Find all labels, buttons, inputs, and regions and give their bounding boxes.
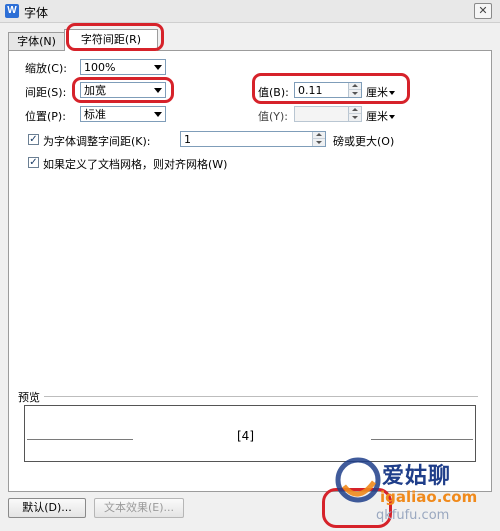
kerning-checkbox[interactable]: ✓ bbox=[28, 134, 39, 145]
default-button[interactable]: 默认(D)... bbox=[8, 498, 86, 518]
scale-label: 缩放(C): bbox=[25, 62, 67, 75]
position-label: 位置(P): bbox=[25, 110, 66, 123]
kerning-suffix: 磅或更大(O) bbox=[333, 135, 395, 148]
watermark: 爱姑聊 igaliao.com qkfufu.com bbox=[330, 446, 500, 528]
position-unit: 厘米 bbox=[366, 110, 388, 123]
window-title: 字体 bbox=[24, 6, 49, 20]
kerning-value: 1 bbox=[184, 133, 191, 146]
position-amount-spinner[interactable] bbox=[348, 107, 361, 121]
snap-grid-checkbox[interactable]: ✓ bbox=[28, 157, 39, 168]
spin-down-icon[interactable] bbox=[348, 90, 361, 97]
spacing-label: 间距(S): bbox=[25, 86, 67, 99]
title-bar: W 字体 ✕ bbox=[0, 0, 500, 23]
tab-character-spacing[interactable]: 字符间距(R) bbox=[64, 29, 158, 51]
spacing-select[interactable]: 加宽 bbox=[80, 82, 166, 98]
tab-font[interactable]: 字体(N) bbox=[8, 32, 65, 51]
close-icon: ✕ bbox=[478, 4, 488, 17]
position-value: 标准 bbox=[84, 108, 106, 121]
snap-grid-label: 如果定义了文档网格，则对齐网格(W) bbox=[43, 158, 228, 171]
wps-writer-icon: W bbox=[5, 4, 19, 18]
spacing-unit-select[interactable]: 厘米 bbox=[366, 84, 395, 100]
kerning-spinner[interactable] bbox=[312, 132, 325, 146]
spin-up-icon[interactable] bbox=[348, 83, 361, 90]
watermark-brand: 爱姑聊 bbox=[382, 464, 452, 489]
scale-select[interactable]: 100% bbox=[80, 59, 166, 75]
checkmark-icon: ✓ bbox=[29, 134, 38, 145]
kerning-input[interactable]: 1 bbox=[180, 131, 326, 147]
watermark-faded-url: qkfufu.com bbox=[376, 508, 450, 523]
chevron-down-icon bbox=[154, 112, 162, 117]
spacing-amount-label: 值(B): bbox=[258, 86, 289, 99]
spacing-value: 加宽 bbox=[84, 84, 106, 97]
preview-baseline-right bbox=[371, 439, 473, 440]
spacing-amount-value: 0.11 bbox=[298, 84, 323, 97]
preview-label: 预览 bbox=[18, 391, 40, 404]
position-amount-label: 值(Y): bbox=[258, 110, 289, 123]
spacing-amount-input[interactable]: 0.11 bbox=[294, 82, 362, 98]
spin-up-icon[interactable] bbox=[348, 107, 361, 114]
spin-down-icon[interactable] bbox=[312, 139, 325, 146]
preview-divider bbox=[44, 396, 478, 397]
spin-up-icon[interactable] bbox=[312, 132, 325, 139]
text-effect-button[interactable]: 文本效果(E)... bbox=[94, 498, 184, 518]
scale-value: 100% bbox=[84, 61, 116, 74]
watermark-url: igaliao.com bbox=[380, 488, 478, 506]
preview-baseline-left bbox=[27, 439, 133, 440]
checkmark-icon: ✓ bbox=[29, 157, 38, 168]
position-select[interactable]: 标准 bbox=[80, 106, 166, 122]
spacing-amount-spinner[interactable] bbox=[348, 83, 361, 97]
chevron-down-icon bbox=[389, 91, 395, 95]
kerning-label: 为字体调整字间距(K): bbox=[43, 135, 151, 148]
spin-down-icon[interactable] bbox=[348, 114, 361, 121]
spacing-unit: 厘米 bbox=[366, 86, 388, 99]
position-unit-select[interactable]: 厘米 bbox=[366, 108, 395, 124]
chevron-down-icon bbox=[154, 88, 162, 93]
chevron-down-icon bbox=[154, 65, 162, 70]
position-amount-input[interactable] bbox=[294, 106, 362, 122]
close-button[interactable]: ✕ bbox=[474, 3, 492, 19]
chevron-down-icon bbox=[389, 115, 395, 119]
preview-sample: [4] bbox=[237, 429, 254, 443]
